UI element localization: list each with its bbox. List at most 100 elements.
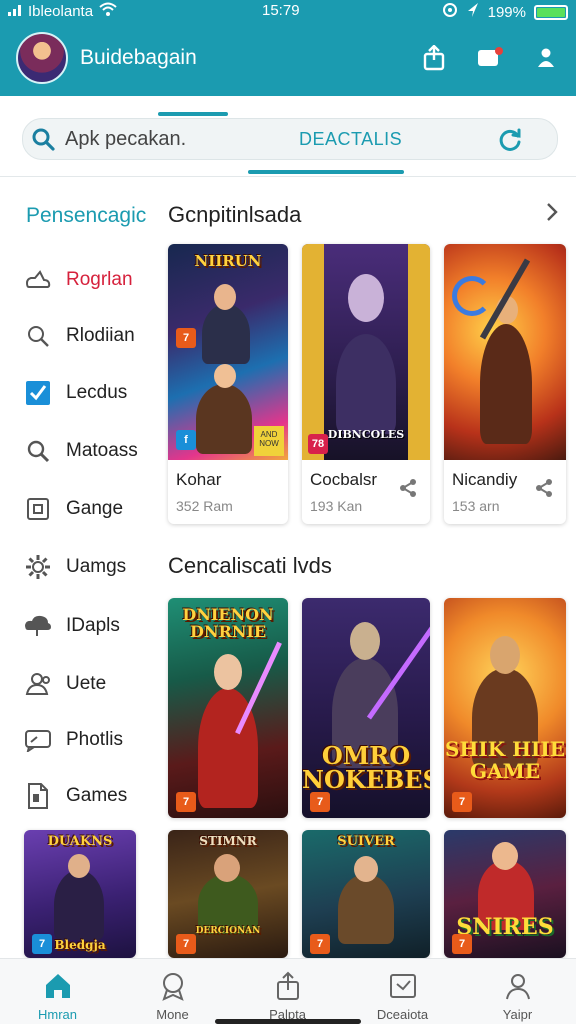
game-meta: 193 Kan [310,498,363,514]
sidebar-item-matoass[interactable]: Matoass [24,431,164,471]
rating-badge: f [176,430,196,450]
search-input[interactable] [65,125,265,153]
checkbox-icon [24,379,52,407]
game-meta: 153 arn [452,498,500,514]
game-cover-title: DUAKNS [47,834,113,849]
age-badge: 7 [176,934,196,954]
game-card[interactable]: SNIRES 7 [444,830,566,958]
age-badge: 78 [308,434,328,454]
sidebar-item-label: Rlodiian [66,325,135,346]
game-cover-image: DUAKNS Bledgja 7 [24,830,136,958]
game-card[interactable]: DUAKNS Bledgja 7 [24,830,136,958]
nav-inbox[interactable]: Dceaiota [345,959,460,1024]
game-cover-image: DNIENON DNRNIE 7 [168,598,288,818]
profile-icon[interactable] [530,42,562,74]
age-badge: 7 [310,934,330,954]
cloud-icon [24,612,52,640]
avatar[interactable] [16,32,68,84]
search-icon [31,127,55,151]
notification-icon[interactable] [474,42,506,74]
section-title-popular: Cencaliscati lvds [168,553,332,578]
nav-home[interactable]: Hmran [0,959,115,1024]
sidebar-item-label: Rogrlan [66,269,133,290]
sidebar-heading: Pensencagic [26,204,147,227]
carrier-label: Ibleolanta [28,2,94,20]
game-cover-image: DIBNCOLES 78 [302,244,430,460]
game-card[interactable]: DNIENON DNRNIE 7 [168,598,288,818]
location-icon [442,2,458,22]
bottom-navigation: Hmran Mone Palpta Dceaiota Yaipr [0,958,576,1024]
game-name: Cocbalsr [310,470,378,489]
game-cover-image: OMRO NOKEBES 7 [302,598,430,818]
sidebar-item-idapls[interactable]: IDapls [24,606,164,646]
sidebar-item-uamgs[interactable]: Uamgs [24,547,164,587]
sidebar-item-label: Uete [66,673,107,694]
sidebar-item-label: Games [66,785,128,806]
game-meta: 352 Ram [176,498,233,514]
signal-icon [8,3,22,20]
gear-icon [24,553,52,581]
game-card[interactable]: SHIK HIIE GAME 7 [444,598,566,818]
sidebar-item-rogrlan[interactable]: Rogrlan [24,260,164,300]
sidebar-item-lecdus[interactable]: Lecdus [24,373,164,413]
sidebar-item-photlis[interactable]: Photlis [24,720,164,760]
game-cover-image: STIMNR DERCIONAN 7 [168,830,288,958]
nav-share[interactable]: Palpta [230,959,345,1024]
age-badge: 7 [452,792,472,812]
game-card[interactable]: DIBNCOLES 78 Cocbalsr 193 Kan [302,244,430,524]
message-icon [24,726,52,754]
status-bar: Ibleolanta 15:79 199% [0,0,576,22]
search-icon [24,322,52,350]
tab-details[interactable]: DEACTALIS [299,129,402,150]
game-cover-image [444,244,566,460]
tab-indicator [158,112,228,116]
sidebar-item-uete[interactable]: Uete [24,664,164,704]
sidebar-item-label: Lecdus [66,382,128,403]
game-cover-image: SUIVER 7 [302,830,430,958]
game-card[interactable]: NIIRUN 7 f AND NOW Kohar 352 Ram [168,244,288,524]
share-icon [273,971,303,1001]
share-icon[interactable] [418,42,450,74]
sidebar-item-label: IDapls [66,615,120,636]
game-cover-title: NIIRUN [194,252,262,270]
section-title-featured: Gcnpitinlsada [168,202,302,227]
game-card[interactable]: Nicandiy 153 arn [444,244,566,524]
sidebar-item-label: Uamgs [66,556,127,577]
battery-percent: 199% [487,3,526,21]
app-title: Buidebagain [80,46,197,69]
sidebar-item-games[interactable]: Games [24,776,164,816]
app-screen: Ibleolanta 15:79 199% Buidebagain Apk pe… [0,0,576,1024]
sidebar-item-label: Gange [66,498,124,519]
nav-label: Dceaiota [376,1007,429,1022]
nav-label: Hmran [37,1007,77,1022]
sidebar-item-rlodiian[interactable]: Rlodiian [24,316,164,356]
chevron-right-icon[interactable] [540,200,564,224]
nav-profile[interactable]: Yaipr [460,959,575,1024]
game-card[interactable]: OMRO NOKEBES 7 [302,598,430,818]
game-cover-image: NIIRUN 7 f AND NOW [168,244,288,460]
age-badge: 7 [32,934,52,954]
user-icon [24,670,52,698]
search-bar: DEACTALIS [22,118,558,160]
refresh-icon[interactable] [497,127,523,153]
promo-badge: AND NOW [254,426,284,456]
status-time: 15:79 [262,2,300,19]
game-cover-title: SHIK HIIE GAME [445,737,565,783]
square-icon [24,495,52,523]
game-card[interactable]: SUIVER 7 [302,830,430,958]
nav-label: Yaipr [502,1007,533,1022]
sidebar-item-gange[interactable]: Gange [24,489,164,529]
share-icon[interactable] [398,478,418,498]
game-name: Nicandiy [452,470,518,489]
game-cover-title: SUIVER [337,834,395,849]
game-cover-title: OMRO NOKEBES [302,741,430,794]
search-icon [24,437,52,465]
age-badge: 7 [176,328,196,348]
share-icon[interactable] [534,478,554,498]
game-cover-image: SNIRES 7 [444,830,566,958]
nav-more[interactable]: Mone [115,959,230,1024]
wifi-icon [99,2,117,20]
divider [0,176,576,177]
age-badge: 7 [176,792,196,812]
game-card[interactable]: STIMNR DERCIONAN 7 [168,830,288,958]
